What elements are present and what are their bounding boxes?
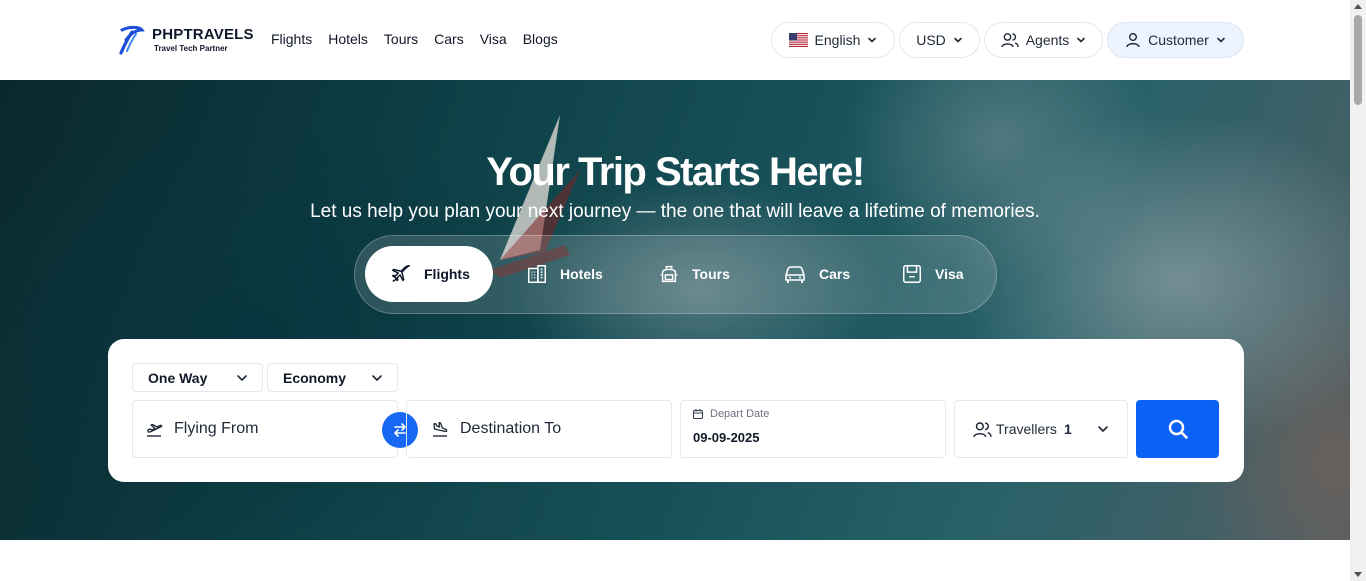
chevron-down-icon xyxy=(1098,426,1108,432)
tab-visa-label: Visa xyxy=(935,266,964,282)
page-scrollbar[interactable] xyxy=(1350,0,1366,581)
language-dropdown[interactable]: English xyxy=(771,22,895,58)
nav-hotels[interactable]: Hotels xyxy=(328,31,368,47)
nav-blogs[interactable]: Blogs xyxy=(523,31,558,47)
tab-cars[interactable]: Cars xyxy=(783,246,850,302)
chevron-down-icon xyxy=(1077,37,1086,43)
flight-search-card: One Way Economy Flying From Destination … xyxy=(108,339,1244,482)
flying-from-input[interactable]: Flying From xyxy=(132,400,398,458)
chevron-down-icon xyxy=(237,374,247,381)
agents-label: Agents xyxy=(1025,32,1070,48)
hero-subtitle: Let us help you plan your next journey —… xyxy=(310,201,1040,222)
depart-date-label-row: Depart Date xyxy=(692,408,769,420)
scroll-down-arrow-icon[interactable] xyxy=(1354,572,1362,577)
users-icon xyxy=(973,421,992,437)
plane-takeoff-icon xyxy=(147,423,163,437)
us-flag-icon xyxy=(788,33,808,47)
tab-visa[interactable]: Visa xyxy=(901,246,964,302)
brand-logo[interactable]: PHPTRAVELS Travel Tech Partner xyxy=(118,24,254,56)
nav-tours[interactable]: Tours xyxy=(384,31,418,47)
flying-from-placeholder: Flying From xyxy=(174,420,259,437)
backpack-icon xyxy=(660,265,678,283)
language-label: English xyxy=(814,32,861,48)
tab-flights-label: Flights xyxy=(424,266,470,282)
calendar-icon xyxy=(692,409,704,420)
chevron-down-icon xyxy=(953,37,962,43)
scroll-thumb[interactable] xyxy=(1354,15,1362,105)
brand-name: PHPTRAVELS xyxy=(152,26,254,43)
tab-tours[interactable]: Tours xyxy=(658,246,730,302)
nav-cars[interactable]: Cars xyxy=(434,31,464,47)
trip-type-value: One Way xyxy=(148,369,208,386)
search-button[interactable] xyxy=(1136,400,1219,458)
tab-tours-label: Tours xyxy=(692,266,730,282)
destination-to-input[interactable]: Destination To xyxy=(406,400,672,458)
search-icon xyxy=(1168,419,1188,439)
depart-date-label: Depart Date xyxy=(710,408,770,420)
nav-visa[interactable]: Visa xyxy=(480,31,507,47)
trip-type-select[interactable]: One Way xyxy=(132,363,263,392)
nav-flights[interactable]: Flights xyxy=(271,31,312,47)
tab-hotels[interactable]: Hotels xyxy=(526,246,603,302)
destination-to-placeholder: Destination To xyxy=(460,420,562,437)
cabin-class-select[interactable]: Economy xyxy=(267,363,398,392)
plane-landing-icon xyxy=(433,421,448,437)
travellers-label: Travellers xyxy=(996,421,1057,437)
customer-dropdown[interactable]: Customer xyxy=(1107,22,1244,58)
passport-icon xyxy=(903,265,921,283)
travellers-dropdown[interactable]: Travellers 1 xyxy=(954,400,1128,458)
tab-cars-label: Cars xyxy=(819,266,851,282)
user-icon xyxy=(1126,33,1140,48)
site-header: PHPTRAVELS Travel Tech Partner Flights H… xyxy=(0,0,1350,80)
currency-label: USD xyxy=(916,32,946,48)
chevron-down-icon xyxy=(868,37,877,43)
tab-hotels-label: Hotels xyxy=(560,266,603,282)
plane-icon xyxy=(392,265,410,282)
hero-title: Your Trip Starts Here! xyxy=(486,150,865,194)
brand-tagline: Travel Tech Partner xyxy=(154,44,228,53)
currency-dropdown[interactable]: USD xyxy=(899,22,980,58)
agents-dropdown[interactable]: Agents xyxy=(984,22,1103,58)
customer-label: Customer xyxy=(1148,32,1209,48)
building-icon xyxy=(528,265,546,283)
tab-flights[interactable]: Flights xyxy=(365,246,493,302)
chevron-down-icon xyxy=(1217,37,1225,43)
main-nav: Flights Hotels Tours Cars Visa Blogs xyxy=(271,31,558,47)
service-tabs: Flights Hotels Tours Cars Visa xyxy=(354,235,997,314)
travellers-count: 1 xyxy=(1063,421,1072,437)
depart-date-input[interactable]: Depart Date 09-09-2025 xyxy=(680,400,946,458)
scroll-up-arrow-icon[interactable] xyxy=(1354,4,1362,9)
users-icon xyxy=(1001,33,1019,48)
logo-mark-icon xyxy=(119,25,145,55)
depart-date-value: 09-09-2025 xyxy=(693,430,760,445)
chevron-down-icon xyxy=(372,374,382,381)
cabin-class-value: Economy xyxy=(283,369,347,386)
car-icon xyxy=(785,266,805,283)
